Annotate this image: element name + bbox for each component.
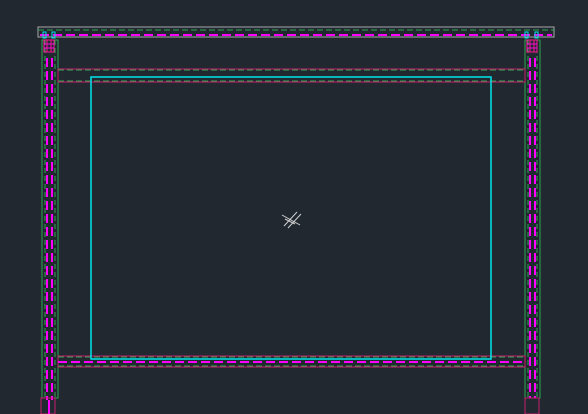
left-jamb-outline — [41, 39, 59, 399]
glass-marker-icon — [281, 211, 302, 229]
cad-drawing-canvas[interactable] — [0, 0, 588, 414]
bottom-sill — [57, 355, 526, 368]
right-jamb-outline — [524, 39, 541, 399]
window-head — [37, 26, 555, 38]
right-jamb — [524, 31, 541, 414]
upper-transom — [57, 68, 526, 83]
right-jamb-base — [524, 397, 540, 414]
upper-transom-outline — [57, 68, 526, 83]
left-jamb — [40, 31, 59, 414]
cad-model-viewport[interactable] — [0, 0, 588, 414]
